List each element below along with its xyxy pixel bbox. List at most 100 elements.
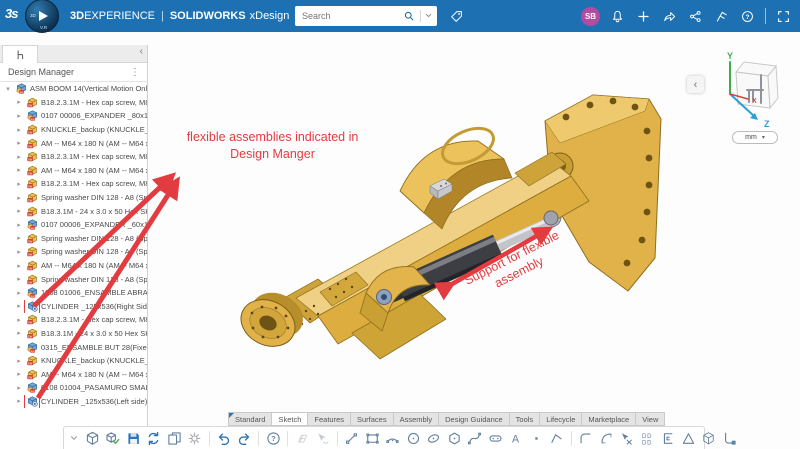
expand-caret-icon[interactable]: ▸: [15, 98, 23, 106]
tree-item[interactable]: ▸swB18.3.1M - 24 x 3.0 x 50 Hex SH...: [0, 204, 147, 218]
compass-icon[interactable]: 3D V.R: [25, 0, 59, 33]
expand-caret-icon[interactable]: ▸: [15, 275, 23, 283]
ellipse-icon[interactable]: [425, 430, 442, 447]
tree-item[interactable]: ▸swSpring washer DIN 128 - A8 (Spri...: [0, 245, 147, 259]
design-tools-icon[interactable]: [713, 8, 730, 25]
search-icon[interactable]: [400, 8, 417, 25]
tree-item[interactable]: ▸swSpring washer DIN 128 - A8 (Spri...: [0, 272, 147, 286]
redo-icon[interactable]: [236, 430, 253, 447]
new-part-icon[interactable]: [84, 430, 101, 447]
import-export-icon[interactable]: [166, 430, 183, 447]
expand-caret-icon[interactable]: ▸: [15, 262, 23, 270]
trim-icon[interactable]: [618, 430, 635, 447]
tree-item[interactable]: ▸swAM -- M64 x 180 N (AM -- M64 x...: [0, 259, 147, 273]
tab-marketplace[interactable]: Marketplace: [582, 412, 636, 426]
expand-caret-icon[interactable]: ▸: [15, 166, 23, 174]
expand-caret-icon[interactable]: ▸: [15, 139, 23, 147]
tree-item[interactable]: ▸swSpring washer DIN 128 - A8 (Spri...: [0, 232, 147, 246]
tree-item[interactable]: ▸swB18.2.3.1M - Hex cap screw, M8 ...: [0, 313, 147, 327]
point-icon[interactable]: [528, 430, 545, 447]
avatar[interactable]: SB: [581, 7, 600, 26]
polygon-icon[interactable]: [446, 430, 463, 447]
sketch-text-icon[interactable]: A: [507, 430, 524, 447]
tab-assembly[interactable]: Assembly: [394, 412, 440, 426]
save-icon[interactable]: [125, 430, 142, 447]
corner-icon[interactable]: [577, 430, 594, 447]
expand-caret-icon[interactable]: ▸: [15, 234, 23, 242]
box-3d-icon[interactable]: [700, 430, 717, 447]
tree-item[interactable]: ▸swAM -- M64 x 180 N (AM -- M64 x...: [0, 367, 147, 381]
expand-caret-icon[interactable]: ▸: [15, 180, 23, 188]
expand-caret-icon[interactable]: ▸: [15, 316, 23, 324]
expand-caret-icon[interactable]: ▸: [15, 370, 23, 378]
help-icon[interactable]: ?: [265, 430, 282, 447]
circle-icon[interactable]: [405, 430, 422, 447]
tab-standard[interactable]: Standard: [228, 412, 272, 426]
convert-entities-icon[interactable]: [721, 430, 738, 447]
expand-caret-icon[interactable]: ▸: [15, 221, 23, 229]
viewport-canvas[interactable]: [148, 45, 800, 412]
expand-caret-icon[interactable]: ▸: [15, 343, 23, 351]
search-input[interactable]: [302, 11, 400, 21]
tree-item[interactable]: ▸swAM -- M64 x 180 N (AM -- M64 x...: [0, 164, 147, 178]
tab-view[interactable]: View: [636, 412, 665, 426]
expand-caret-icon[interactable]: ▾: [4, 85, 12, 93]
search-scope-chevron-icon[interactable]: [424, 7, 433, 25]
tree-item[interactable]: ▸CYLINDER _125x536(Left side) (...: [0, 395, 147, 409]
mirror-icon[interactable]: [680, 430, 697, 447]
expand-caret-icon[interactable]: ▸: [15, 384, 23, 392]
offset-icon[interactable]: [659, 430, 676, 447]
tree-item[interactable]: ▸swKNUCKLE_backup (KNUCKLE_b...: [0, 123, 147, 137]
expand-caret-icon[interactable]: ▸: [15, 302, 23, 310]
expand-caret-icon[interactable]: ▸: [15, 289, 23, 297]
tree-item[interactable]: ▸swAM -- M64 x 180 N (AM -- M64 x...: [0, 136, 147, 150]
expand-caret-icon[interactable]: ▸: [15, 248, 23, 256]
expand-caret-icon[interactable]: ▸: [15, 194, 23, 202]
tree-item[interactable]: ▾swASM BOOM 14(Vertical Motion Only): [0, 82, 147, 96]
sync-icon[interactable]: [145, 430, 162, 447]
fillet-icon[interactable]: [598, 430, 615, 447]
tree-item[interactable]: ▸swKNUCKLE_backup (KNUCKLE_b...: [0, 354, 147, 368]
tab-lifecycle[interactable]: Lifecycle: [540, 412, 582, 426]
tree-item[interactable]: ▸sw0315_ENSAMBLE BUT 28(Fixed)...: [0, 340, 147, 354]
settings-gear-icon[interactable]: [186, 430, 203, 447]
expand-caret-icon[interactable]: ▸: [15, 329, 23, 337]
tree-item[interactable]: ▸sw0107 00006_EXPANDER _80x14...: [0, 109, 147, 123]
tag-icon[interactable]: [447, 7, 465, 25]
expand-caret-icon[interactable]: ▸: [15, 397, 23, 405]
tree-item[interactable]: ▸swB18.2.3.1M - Hex cap screw, M8 ...: [0, 150, 147, 164]
arc-icon[interactable]: [384, 430, 401, 447]
lasso-select-icon[interactable]: [314, 430, 331, 447]
design-manager-tab[interactable]: [2, 45, 38, 63]
slot-icon[interactable]: [487, 430, 504, 447]
view-cube[interactable]: Y Z X: [710, 50, 784, 130]
expand-caret-icon[interactable]: ▸: [15, 207, 23, 215]
validate-part-icon[interactable]: [104, 430, 121, 447]
tree-item[interactable]: ▸sw0107 00006_EXPANDER _60x14...: [0, 218, 147, 232]
polyline-icon[interactable]: [548, 430, 565, 447]
share-network-icon[interactable]: [687, 8, 704, 25]
tree-item[interactable]: ▸swB18.3.1M - 24 x 3.0 x 50 Hex SH...: [0, 327, 147, 341]
tab-tools[interactable]: Tools: [510, 412, 541, 426]
expand-caret-icon[interactable]: ▸: [15, 153, 23, 161]
rectangle-icon[interactable]: [364, 430, 381, 447]
units-dropdown[interactable]: mm▾: [732, 131, 778, 144]
viewport-collapse-icon[interactable]: ‹: [687, 76, 704, 93]
expand-caret-icon[interactable]: ▸: [15, 357, 23, 365]
tree-item[interactable]: ▸swB18.2.3.1M - Hex cap screw, M8 ...: [0, 96, 147, 110]
tree-item[interactable]: ▸CYLINDER _125x536(Right Side...: [0, 300, 147, 314]
help-circle-icon[interactable]: ?: [739, 8, 756, 25]
kebab-menu-icon[interactable]: ⋮: [130, 67, 147, 78]
panel-collapse-icon[interactable]: ‹: [140, 46, 143, 57]
line-icon[interactable]: [343, 430, 360, 447]
tab-surfaces[interactable]: Surfaces: [351, 412, 394, 426]
expand-caret-icon[interactable]: ▸: [15, 126, 23, 134]
tree-item[interactable]: ▸sw1008 01006_ENSAMBLE ABRAZ...: [0, 286, 147, 300]
share-arrow-icon[interactable]: [661, 8, 678, 25]
tab-features[interactable]: Features: [308, 412, 351, 426]
toolbar-collapse-icon[interactable]: [68, 433, 80, 443]
expand-caret-icon[interactable]: ▸: [15, 112, 23, 120]
tree-item[interactable]: ▸sw0108 01004_PASAMURO SMAL...: [0, 381, 147, 395]
spline-icon[interactable]: [466, 430, 483, 447]
pattern-icon[interactable]: DDDD: [639, 430, 656, 447]
